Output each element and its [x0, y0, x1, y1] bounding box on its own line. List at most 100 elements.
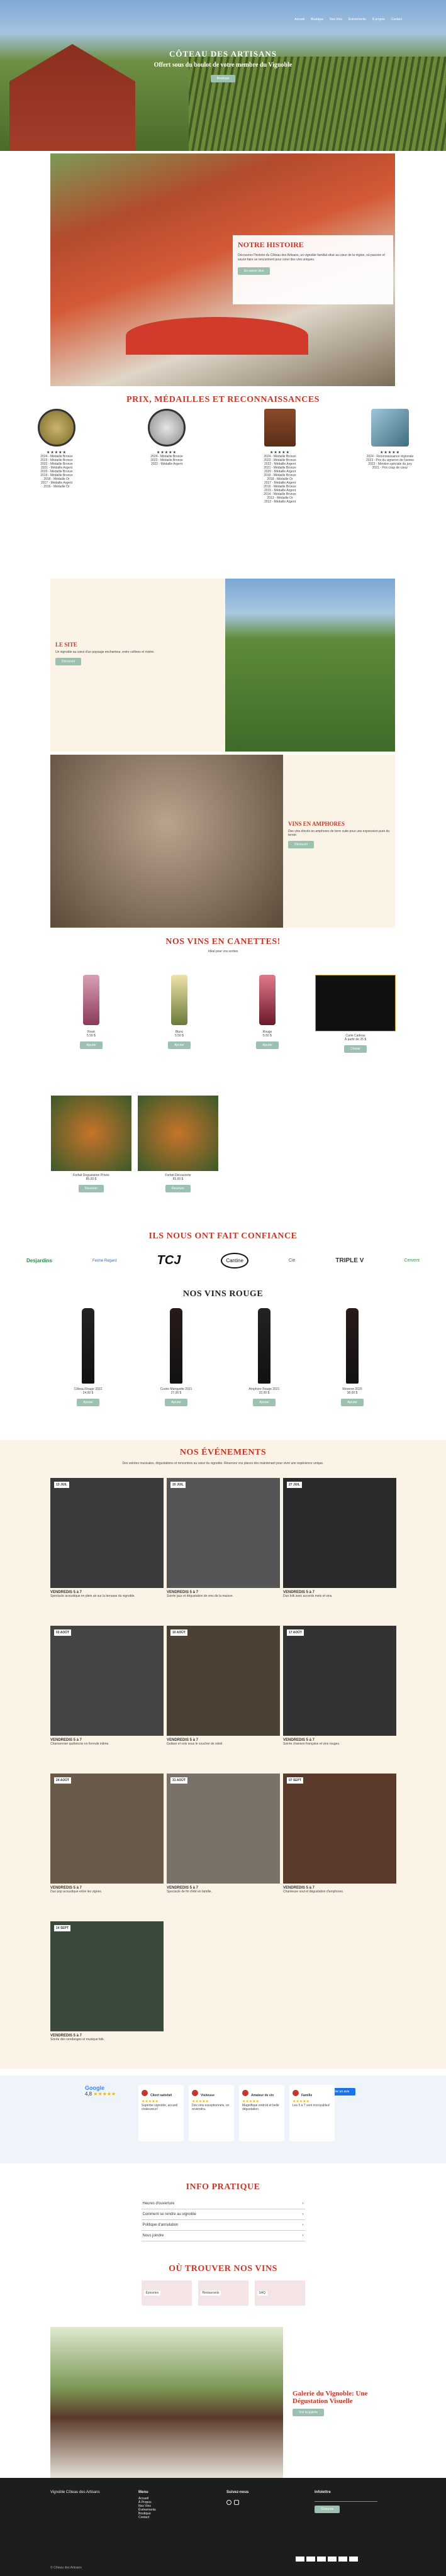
- awards-title: PRIX, MÉDAILLES ET RECONNAISSANCES: [126, 395, 320, 404]
- map-card[interactable]: SAQ: [254, 2280, 305, 2306]
- wine-card[interactable]: Amphore Rouge 2021 32,00 $ Ajouter: [236, 1308, 293, 1406]
- event-text: Chanteuse soul et dégustation d'amphores…: [283, 1890, 344, 1894]
- wine-card[interactable]: Réserve 2020 38,00 $ Ajouter: [324, 1308, 381, 1406]
- product-card[interactable]: Blanc 5,50 $ Ajouter: [145, 975, 214, 1049]
- info-accordion-row[interactable]: Heures d'ouverture ›: [141, 2199, 305, 2209]
- event-photo: 03 AOÛT: [50, 1626, 164, 1736]
- review-avatar: [192, 2090, 198, 2096]
- event-photo: 10 AOÛT: [167, 1626, 280, 1736]
- event-card[interactable]: 27 JUIL VENDREDIS 5 à 7 Duo folk avec acco…: [283, 1478, 396, 1598]
- trust-title: ILS NOUS ONT FAIT CONFIANCE: [148, 1231, 298, 1241]
- event-card[interactable]: 20 JUIL VENDREDIS 5 à 7 Soirée jazz et dég…: [167, 1478, 280, 1598]
- amphora-text-panel: VINS EN AMPHORES Des vins élevés en amph…: [283, 755, 395, 928]
- can-image: [259, 975, 276, 1025]
- review-text: Les 5 à 7 sont incroyables!: [293, 2104, 330, 2107]
- chevron-down-icon: ›: [302, 2212, 304, 2216]
- medal-icon: [148, 409, 186, 447]
- event-photo: 17 AOÛT: [283, 1626, 396, 1736]
- info-accordion-row[interactable]: Comment se rendre au vignoble ›: [141, 2209, 305, 2220]
- product-card[interactable]: Rouge 5,50 $ Ajouter: [233, 975, 302, 1049]
- partner-logo: Cervent: [404, 1258, 420, 1263]
- bottle-image: [346, 1308, 359, 1384]
- nav-item[interactable]: Contact: [391, 18, 402, 21]
- event-card[interactable]: 24 AOÛT VENDREDIS 5 à 7 Duo pop acoustique…: [50, 1774, 164, 1894]
- add-to-cart-button[interactable]: Ajouter: [77, 1399, 99, 1406]
- info-accordion-row[interactable]: Politique d'annulation ›: [141, 2220, 305, 2231]
- nav-item[interactable]: Nos Vins: [330, 18, 342, 21]
- review-card[interactable]: Famille ★★★★★ Les 5 à 7 sont incroyables!: [289, 2085, 335, 2141]
- wine-card[interactable]: Côteau Rouge 2022 24,00 $ Ajouter: [60, 1308, 116, 1406]
- info-row-label: Heures d'ouverture: [142, 2202, 175, 2206]
- partner-logo: Desjardins: [26, 1258, 52, 1263]
- map-card[interactable]: Restaurants: [198, 2280, 248, 2306]
- trust-logos: Desjardins Ferme Regard TCJ Cantine Cie …: [0, 1253, 446, 1269]
- event-date-badge: 13 JUIL: [54, 1482, 69, 1488]
- add-to-cart-button[interactable]: Ajouter: [165, 1399, 187, 1406]
- event-date-badge: 24 AOÛT: [54, 1777, 71, 1784]
- newsletter-submit-button[interactable]: S'inscrire: [315, 2506, 340, 2513]
- google-summary: Google 4,8 ★★★★★: [85, 2085, 135, 2097]
- nav-item[interactable]: Événements: [348, 18, 366, 21]
- partner-logo: TRIPLE V: [335, 1257, 364, 1264]
- event-text: Duo folk avec accords mets et vins.: [283, 1594, 333, 1598]
- product-card[interactable]: Forfait Découverte 65,00 $ Réserver: [137, 1096, 219, 1192]
- info-accordion-row[interactable]: Nous joindre ›: [141, 2231, 305, 2241]
- product-card[interactable]: Carte Cadeau À partir de 25 $ Choisir: [315, 975, 396, 1053]
- star-icon: ★★★★★: [142, 2100, 159, 2104]
- product-price: 5,50 $: [175, 1034, 184, 1038]
- event-card[interactable]: 10 AOÛT VENDREDIS 5 à 7 Guitare et voix so…: [167, 1626, 280, 1746]
- wine-price: 27,00 $: [170, 1391, 182, 1395]
- gallery-cta-button[interactable]: Voir la galerie: [293, 2409, 325, 2416]
- event-date-badge: 14 SEPT: [54, 1925, 71, 1931]
- event-card[interactable]: 14 SEPT VENDREDIS 5 à 7 Soirée des vendang…: [50, 1921, 164, 2041]
- reserve-button[interactable]: Réserver: [165, 1185, 191, 1192]
- reviews-section: Google 4,8 ★★★★★ Écrire un avis Client s…: [0, 2075, 446, 2163]
- chevron-down-icon: ›: [302, 2223, 304, 2227]
- gallery-image: [50, 2327, 283, 2478]
- event-card[interactable]: 03 AOÛT VENDREDIS 5 à 7 Chansonnier québéc…: [50, 1626, 164, 1746]
- site-cta-button[interactable]: Découvrir: [55, 658, 82, 665]
- review-card[interactable]: Visiteuse ★★★★★ Des vins exceptionnels, on…: [189, 2085, 234, 2141]
- review-text: Des vins exceptionnels, on reviendra.: [192, 2104, 230, 2111]
- footer-link[interactable]: Contact: [138, 2516, 156, 2519]
- event-photo: 20 JUIL: [167, 1478, 280, 1588]
- visa-icon: [296, 2557, 304, 2562]
- can-image: [83, 975, 99, 1025]
- add-to-cart-button[interactable]: Ajouter: [253, 1399, 276, 1406]
- events-intro: Des soirées musicales, dégustations et r…: [122, 1462, 324, 1465]
- hero-text: CÔTEAU DES ARTISANS Offert sous du boulo…: [0, 49, 446, 82]
- event-card[interactable]: 13 JUIL VENDREDIS 5 à 7 Spectacle acoustiq…: [50, 1478, 164, 1598]
- add-to-cart-button[interactable]: Ajouter: [80, 1041, 103, 1049]
- reserve-button[interactable]: Réserver: [78, 1185, 104, 1192]
- nav-item[interactable]: Boutique: [311, 18, 323, 21]
- amphora-cta-button[interactable]: Découvrir: [288, 841, 315, 848]
- nav-item[interactable]: Accueil: [294, 18, 304, 21]
- review-card[interactable]: Amateur de vin ★★★★★ Magnifique endroit et…: [239, 2085, 284, 2141]
- event-card[interactable]: 31 AOÛT VENDREDIS 5 à 7 Spectacle de fin d…: [167, 1774, 280, 1894]
- review-card[interactable]: Client satisfait ★★★★★ Superbe vignoble, a…: [138, 2085, 184, 2141]
- mastercard-icon: [306, 2557, 315, 2562]
- wine-card[interactable]: Cuvée Marquette 2021 27,00 $ Ajouter: [148, 1308, 204, 1406]
- events-title: NOS ÉVÉNEMENTS: [179, 1448, 267, 1457]
- event-date-badge: 17 AOÛT: [287, 1629, 304, 1636]
- story-section: NOTRE HISTOIRE Découvrez l'histoire du C…: [0, 153, 446, 386]
- add-to-cart-button[interactable]: Choisir: [344, 1045, 367, 1053]
- event-card[interactable]: 17 AOÛT VENDREDIS 5 à 7 Soirée chanson fra…: [283, 1626, 396, 1746]
- main-nav: Accueil Boutique Nos Vins Événements À p…: [294, 18, 402, 21]
- newsletter-email-field[interactable]: [315, 2497, 377, 2502]
- add-to-cart-button[interactable]: Ajouter: [168, 1041, 191, 1049]
- hero-cta-button[interactable]: Boutique: [210, 75, 236, 82]
- add-to-cart-button[interactable]: Ajouter: [341, 1399, 364, 1406]
- product-card[interactable]: Rosé 5,50 $ Ajouter: [57, 975, 126, 1049]
- rating-stars: ★★★★★: [157, 451, 177, 455]
- map-card[interactable]: Épiceries: [141, 2280, 192, 2306]
- product-card[interactable]: Forfait Degustation Privée 85,00 $ Réser…: [50, 1096, 132, 1192]
- chevron-down-icon: ›: [302, 2202, 304, 2206]
- story-cta-button[interactable]: En savoir plus: [238, 267, 270, 275]
- event-card[interactable]: 07 SEPT VENDREDIS 5 à 7 Chanteuse soul et …: [283, 1774, 396, 1894]
- add-to-cart-button[interactable]: Ajouter: [256, 1041, 279, 1049]
- nav-item[interactable]: À propos: [372, 18, 385, 21]
- instagram-icon[interactable]: [234, 2500, 239, 2505]
- gallery-text: Galerie du Vignoble: Une Dégustation Vis…: [293, 2390, 399, 2416]
- facebook-icon[interactable]: [226, 2500, 231, 2505]
